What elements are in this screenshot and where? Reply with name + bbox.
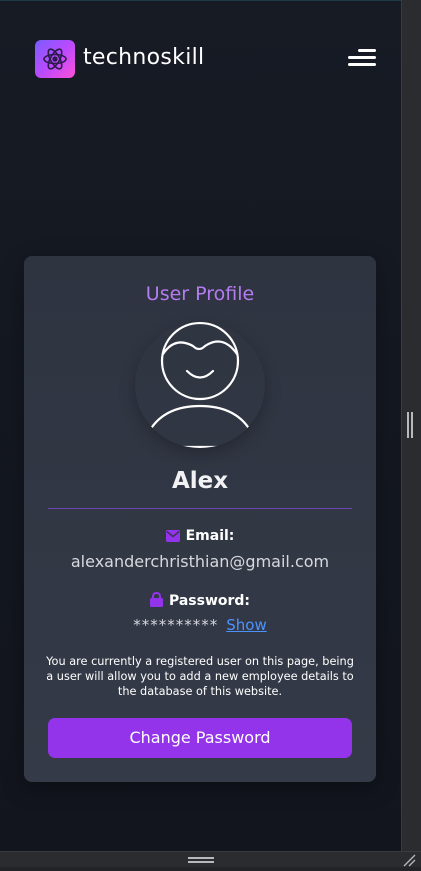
logo[interactable] xyxy=(35,40,75,78)
email-label-row: Email: xyxy=(24,528,376,546)
change-password-button[interactable]: Change Password xyxy=(48,718,352,758)
lock-icon xyxy=(149,591,163,611)
password-label: Password: xyxy=(168,593,251,609)
card-title: User Profile xyxy=(145,283,255,305)
user-profile-card: User Profile Alex Email: alexanderchrist… xyxy=(24,256,376,782)
bottom-resize-handle[interactable] xyxy=(188,857,214,863)
hamburger-menu-icon[interactable] xyxy=(346,47,378,69)
info-text: You are currently a registered user on t… xyxy=(46,655,354,698)
resize-corner-icon[interactable] xyxy=(402,852,416,867)
user-name: Alex xyxy=(171,468,229,494)
password-label-row: Password: xyxy=(24,591,376,611)
email-value: alexanderchristhian@gmail.com xyxy=(70,552,330,571)
bottom-bar xyxy=(0,851,421,867)
password-row: ********** Show xyxy=(24,616,376,634)
brand-name[interactable]: technoskill xyxy=(83,45,204,70)
atom-icon xyxy=(43,48,67,70)
side-resize-handle[interactable] xyxy=(407,412,413,438)
user-avatar-icon xyxy=(148,322,252,448)
envelope-icon xyxy=(165,530,180,546)
divider xyxy=(48,508,352,509)
password-masked: ********** xyxy=(133,616,219,634)
email-label: Email: xyxy=(185,528,235,544)
page-viewport: technoskill User Profile Alex Email: ale… xyxy=(0,0,401,851)
avatar xyxy=(135,322,265,448)
show-password-link[interactable]: Show xyxy=(226,616,266,634)
